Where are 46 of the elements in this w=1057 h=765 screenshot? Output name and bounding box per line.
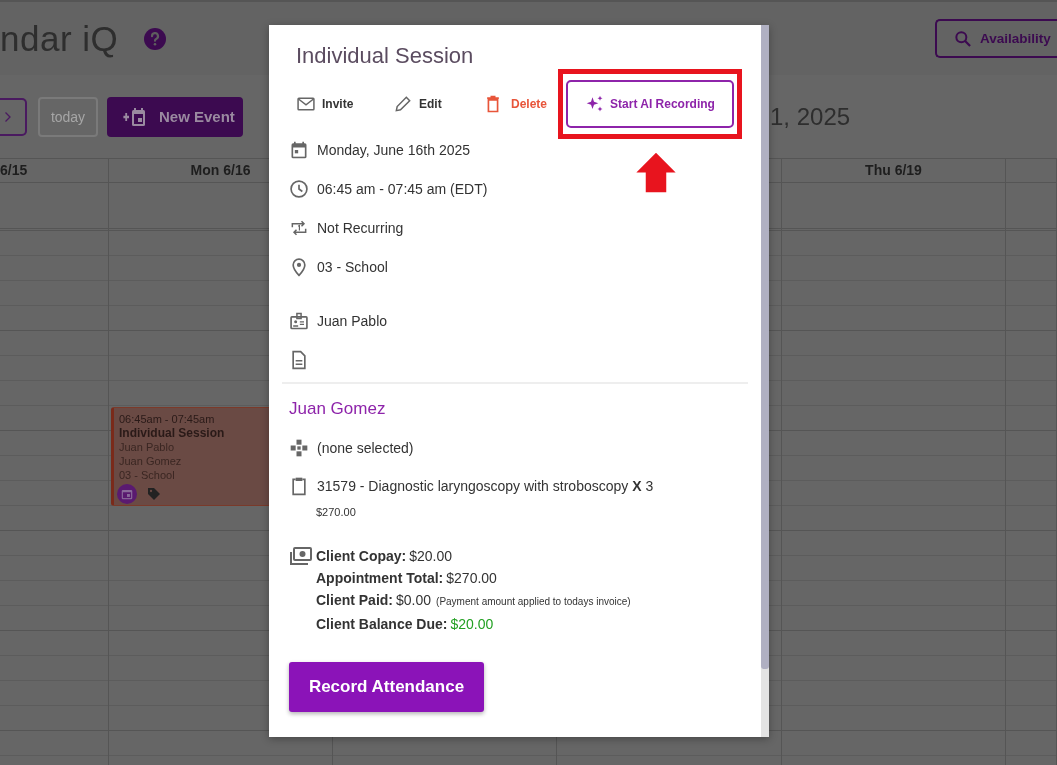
edit-button[interactable]: Edit [393, 94, 483, 114]
detail-text: Monday, June 16th 2025 [317, 142, 471, 158]
calendar-icon [289, 140, 309, 160]
service-price: $270.00 [316, 505, 357, 520]
day-header: 6/15 [0, 162, 28, 178]
tag-icon [146, 486, 162, 502]
day-header: Mon 6/16 [190, 162, 251, 178]
event-time: 06:45am - 07:45am [119, 412, 215, 426]
detail-text: 06:45 am - 07:45 am (EDT) [317, 181, 488, 197]
detail-text: Juan Pablo [317, 313, 388, 329]
day-header: Thu 6/19 [865, 162, 922, 178]
new-event-button[interactable]: New Event [107, 96, 243, 137]
billing-label: Client Paid: [316, 592, 393, 608]
clock-icon [289, 179, 309, 199]
cash-icon [289, 544, 313, 568]
mail-icon [296, 94, 316, 114]
document-icon [289, 350, 309, 370]
search-icon [953, 28, 973, 49]
detail-text: Not Recurring [317, 220, 404, 236]
start-ai-recording-button[interactable]: Start AI Recording [566, 80, 734, 128]
billing-note: (Payment amount applied to todays invoice) [436, 596, 631, 607]
repeat-icon [289, 218, 309, 238]
billing-value: $270.00 [446, 570, 497, 586]
billing-label: Client Copay: [316, 548, 407, 564]
billing-value: $20.00 [409, 548, 453, 564]
clipboard-icon [289, 476, 309, 496]
location-pin-icon [289, 257, 309, 277]
calendar-badge-icon [117, 484, 137, 504]
delete-button[interactable]: Delete [483, 94, 558, 114]
dialog-title: Individual Session [295, 43, 475, 69]
gamepad-icon [289, 438, 309, 458]
invite-button[interactable]: Invite [296, 94, 393, 114]
billing-label: Appointment Total: [316, 570, 444, 586]
detail-text: 03 - School [317, 259, 388, 275]
date-range-title: 1, 2025 [770, 102, 851, 131]
billing-label: Client Balance Due: [316, 616, 448, 632]
pencil-icon [393, 94, 413, 114]
id-badge-icon [289, 311, 309, 331]
availability-button[interactable]: Availability [935, 19, 1057, 58]
next-button[interactable] [0, 97, 27, 136]
help-icon [143, 26, 168, 51]
arrow-up-icon [635, 152, 677, 193]
billing-value: $0.00 [396, 592, 432, 608]
event-title: Individual Session [119, 426, 225, 440]
record-attendance-button[interactable]: Record Attendance [289, 662, 484, 712]
billing-value: $20.00 [450, 616, 494, 632]
